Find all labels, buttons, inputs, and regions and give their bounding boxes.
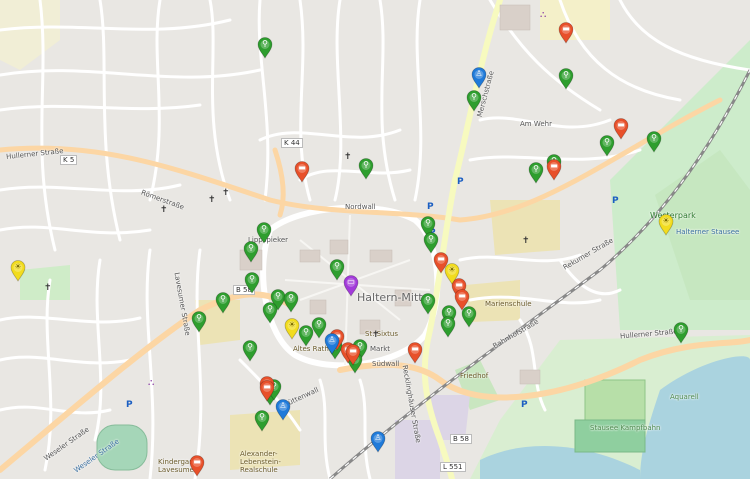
car-icon: ▬	[263, 382, 271, 391]
car-icon: ▬	[562, 24, 570, 33]
car-icon: ▬	[411, 344, 419, 353]
sun-marker[interactable]: ☀	[10, 260, 26, 282]
bicycle-icon: ⚲	[303, 327, 309, 336]
church-icon: ✝	[372, 330, 380, 340]
car-marker[interactable]: ▬	[259, 380, 275, 402]
bicycle-icon: ⚲	[262, 39, 268, 48]
bicycle-icon: ⚲	[651, 133, 657, 142]
bike-marker[interactable]: ⚲	[466, 90, 482, 112]
bicycle-icon: ⚲	[678, 324, 684, 333]
car-marker[interactable]: ▬	[294, 161, 310, 183]
bike-marker[interactable]: ⚲	[243, 241, 259, 263]
bus-marker[interactable]: ▭	[343, 275, 359, 297]
parking-icon: P	[427, 202, 434, 212]
church-icon: ✝	[344, 152, 352, 162]
parking-icon: P	[521, 400, 528, 410]
car-marker[interactable]: ▬	[613, 118, 629, 140]
bike-marker[interactable]: ⚲	[358, 158, 374, 180]
car-marker[interactable]: ▬	[546, 159, 562, 181]
pedestrian-icon: ♙	[374, 433, 382, 442]
map-canvas[interactable]: K 5 K 44 B 58 B 58 L 551 Haltern-Mitte H…	[0, 0, 750, 479]
bicycle-icon: ⚲	[363, 160, 369, 169]
car-icon: ▬	[193, 457, 201, 466]
pedestrian-icon: ♙	[475, 69, 483, 78]
bicycle-icon: ⚲	[261, 224, 267, 233]
sun-icon: ☀	[662, 216, 670, 225]
bicycle-icon: ⚲	[288, 293, 294, 302]
sun-icon: ☀	[448, 265, 456, 274]
pedestrian-marker[interactable]: ♙	[324, 333, 340, 355]
bike-marker[interactable]: ⚲	[262, 302, 278, 324]
bicycle-icon: ⚲	[563, 70, 569, 79]
shop-icon: ⛬	[540, 10, 547, 20]
bike-marker[interactable]: ⚲	[254, 410, 270, 432]
bike-marker[interactable]: ⚲	[440, 316, 456, 338]
parking-icon: P	[612, 196, 619, 206]
car-marker[interactable]: ▬	[407, 342, 423, 364]
bicycle-icon: ⚲	[471, 92, 477, 101]
pedestrian-marker[interactable]: ♙	[471, 67, 487, 89]
bicycle-icon: ⚲	[428, 234, 434, 243]
bike-marker[interactable]: ⚲	[191, 311, 207, 333]
sun-marker[interactable]: ☀	[444, 263, 460, 285]
church-icon: ✝	[522, 236, 530, 246]
pedestrian-marker[interactable]: ♙	[370, 431, 386, 453]
bike-marker[interactable]: ⚲	[528, 162, 544, 184]
bicycle-icon: ⚲	[267, 304, 273, 313]
bike-marker[interactable]: ⚲	[298, 325, 314, 347]
sun-marker[interactable]: ☀	[284, 318, 300, 340]
bike-marker[interactable]: ⚲	[646, 131, 662, 153]
bike-marker[interactable]: ⚲	[215, 292, 231, 314]
bicycle-icon: ⚲	[425, 218, 431, 227]
bike-marker[interactable]: ⚲	[257, 37, 273, 59]
pedestrian-icon: ♙	[279, 401, 287, 410]
car-marker[interactable]: ▬	[454, 289, 470, 311]
map-base	[0, 0, 750, 479]
bicycle-icon: ⚲	[533, 164, 539, 173]
church-icon: ✝	[44, 283, 52, 293]
pedestrian-marker[interactable]: ♙	[275, 399, 291, 421]
car-icon: ▬	[617, 120, 625, 129]
car-icon: ▬	[298, 163, 306, 172]
church-icon: ✝	[160, 205, 168, 215]
bicycle-icon: ⚲	[220, 294, 226, 303]
bike-marker[interactable]: ⚲	[244, 272, 260, 294]
car-marker[interactable]: ▬	[345, 344, 361, 366]
bicycle-icon: ⚲	[425, 295, 431, 304]
car-icon: ▬	[437, 254, 445, 263]
bicycle-icon: ⚲	[334, 261, 340, 270]
church-icon: ✝	[208, 195, 216, 205]
car-icon: ▬	[349, 346, 357, 355]
parking-icon: P	[457, 177, 464, 187]
bike-marker[interactable]: ⚲	[420, 293, 436, 315]
car-icon: ▬	[550, 161, 558, 170]
bicycle-icon: ⚲	[247, 342, 253, 351]
church-icon: ✝	[222, 188, 230, 198]
car-marker[interactable]: ▬	[558, 22, 574, 44]
shop-icon: ⛬	[148, 378, 155, 388]
bicycle-icon: ⚲	[445, 318, 451, 327]
sun-icon: ☀	[14, 262, 22, 271]
bike-marker[interactable]: ⚲	[558, 68, 574, 90]
bike-marker[interactable]: ⚲	[673, 322, 689, 344]
bike-marker[interactable]: ⚲	[423, 232, 439, 254]
sun-marker[interactable]: ☀	[658, 214, 674, 236]
car-marker[interactable]: ▬	[189, 455, 205, 477]
bus-icon: ▭	[347, 277, 355, 286]
pedestrian-icon: ♙	[328, 335, 336, 344]
bicycle-icon: ⚲	[259, 412, 265, 421]
bike-marker[interactable]: ⚲	[283, 291, 299, 313]
bike-marker[interactable]: ⚲	[242, 340, 258, 362]
bicycle-icon: ⚲	[249, 274, 255, 283]
sun-icon: ☀	[288, 320, 296, 329]
parking-icon: P	[126, 400, 133, 410]
bicycle-icon: ⚲	[248, 243, 254, 252]
bicycle-icon: ⚲	[196, 313, 202, 322]
car-icon: ▬	[458, 291, 466, 300]
